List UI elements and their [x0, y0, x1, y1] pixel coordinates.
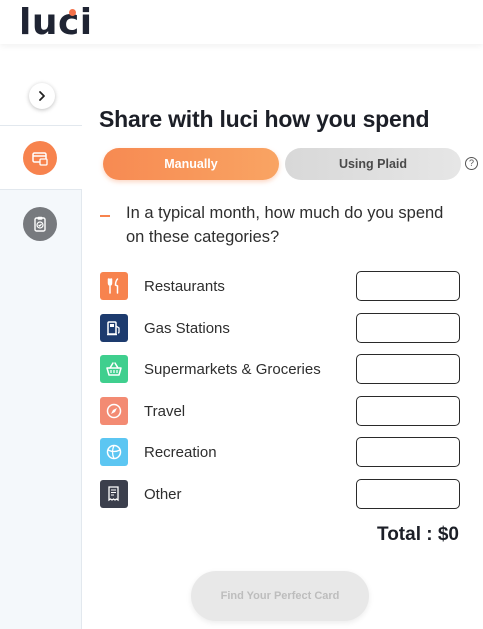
category-row: Supermarkets & Groceries [100, 354, 460, 385]
question-dash [100, 215, 110, 217]
travel-amount-input[interactable] [356, 396, 460, 426]
help-icon[interactable]: ? [465, 157, 478, 170]
page-title: Share with luci how you spend [99, 106, 430, 132]
recreation-amount-input[interactable] [356, 437, 460, 467]
credit-card-icon [32, 152, 48, 166]
category-row: Travel [100, 396, 460, 427]
ball-icon [100, 438, 128, 466]
clipboard-check-icon [34, 216, 46, 232]
tab-manually[interactable]: Manually [103, 148, 279, 180]
category-row: Recreation [100, 437, 460, 468]
category-row: Restaurants [100, 271, 460, 302]
sidebar-item-card[interactable] [23, 141, 57, 175]
spending-question: In a typical month, how much do you spen… [126, 204, 444, 246]
tab-using-plaid[interactable]: Using Plaid [285, 148, 461, 180]
restaurants-amount-input[interactable] [356, 271, 460, 301]
category-label: Restaurants [144, 278, 225, 295]
find-perfect-card-button[interactable]: Find Your Perfect Card [191, 571, 369, 621]
sidebar-expand-row [0, 70, 82, 126]
sidebar [0, 70, 82, 629]
basket-icon [100, 355, 128, 383]
gas-stations-amount-input[interactable] [356, 313, 460, 343]
luci-logo[interactable]: luci [19, 2, 93, 43]
groceries-amount-input[interactable] [356, 354, 460, 384]
sidebar-item-checklist[interactable] [23, 207, 57, 241]
category-label: Travel [144, 403, 186, 420]
other-amount-input[interactable] [356, 479, 460, 509]
total-amount: Total : $0 [377, 524, 459, 545]
chevron-right-icon [39, 91, 45, 101]
category-row: Other [100, 479, 460, 510]
gas-pump-icon [100, 314, 128, 342]
fork-knife-icon [100, 272, 128, 300]
category-label: Recreation [144, 444, 217, 461]
compass-icon [100, 397, 128, 425]
sidebar-item-card-row [0, 126, 82, 190]
category-label: Supermarkets & Groceries [144, 361, 321, 378]
app-header: luci [0, 0, 483, 44]
logo-dot [69, 9, 76, 16]
category-row: Gas Stations [100, 313, 460, 344]
receipt-icon [100, 480, 128, 508]
category-label: Gas Stations [144, 320, 230, 337]
sidebar-expand-button[interactable] [29, 83, 55, 109]
category-label: Other [144, 486, 182, 503]
